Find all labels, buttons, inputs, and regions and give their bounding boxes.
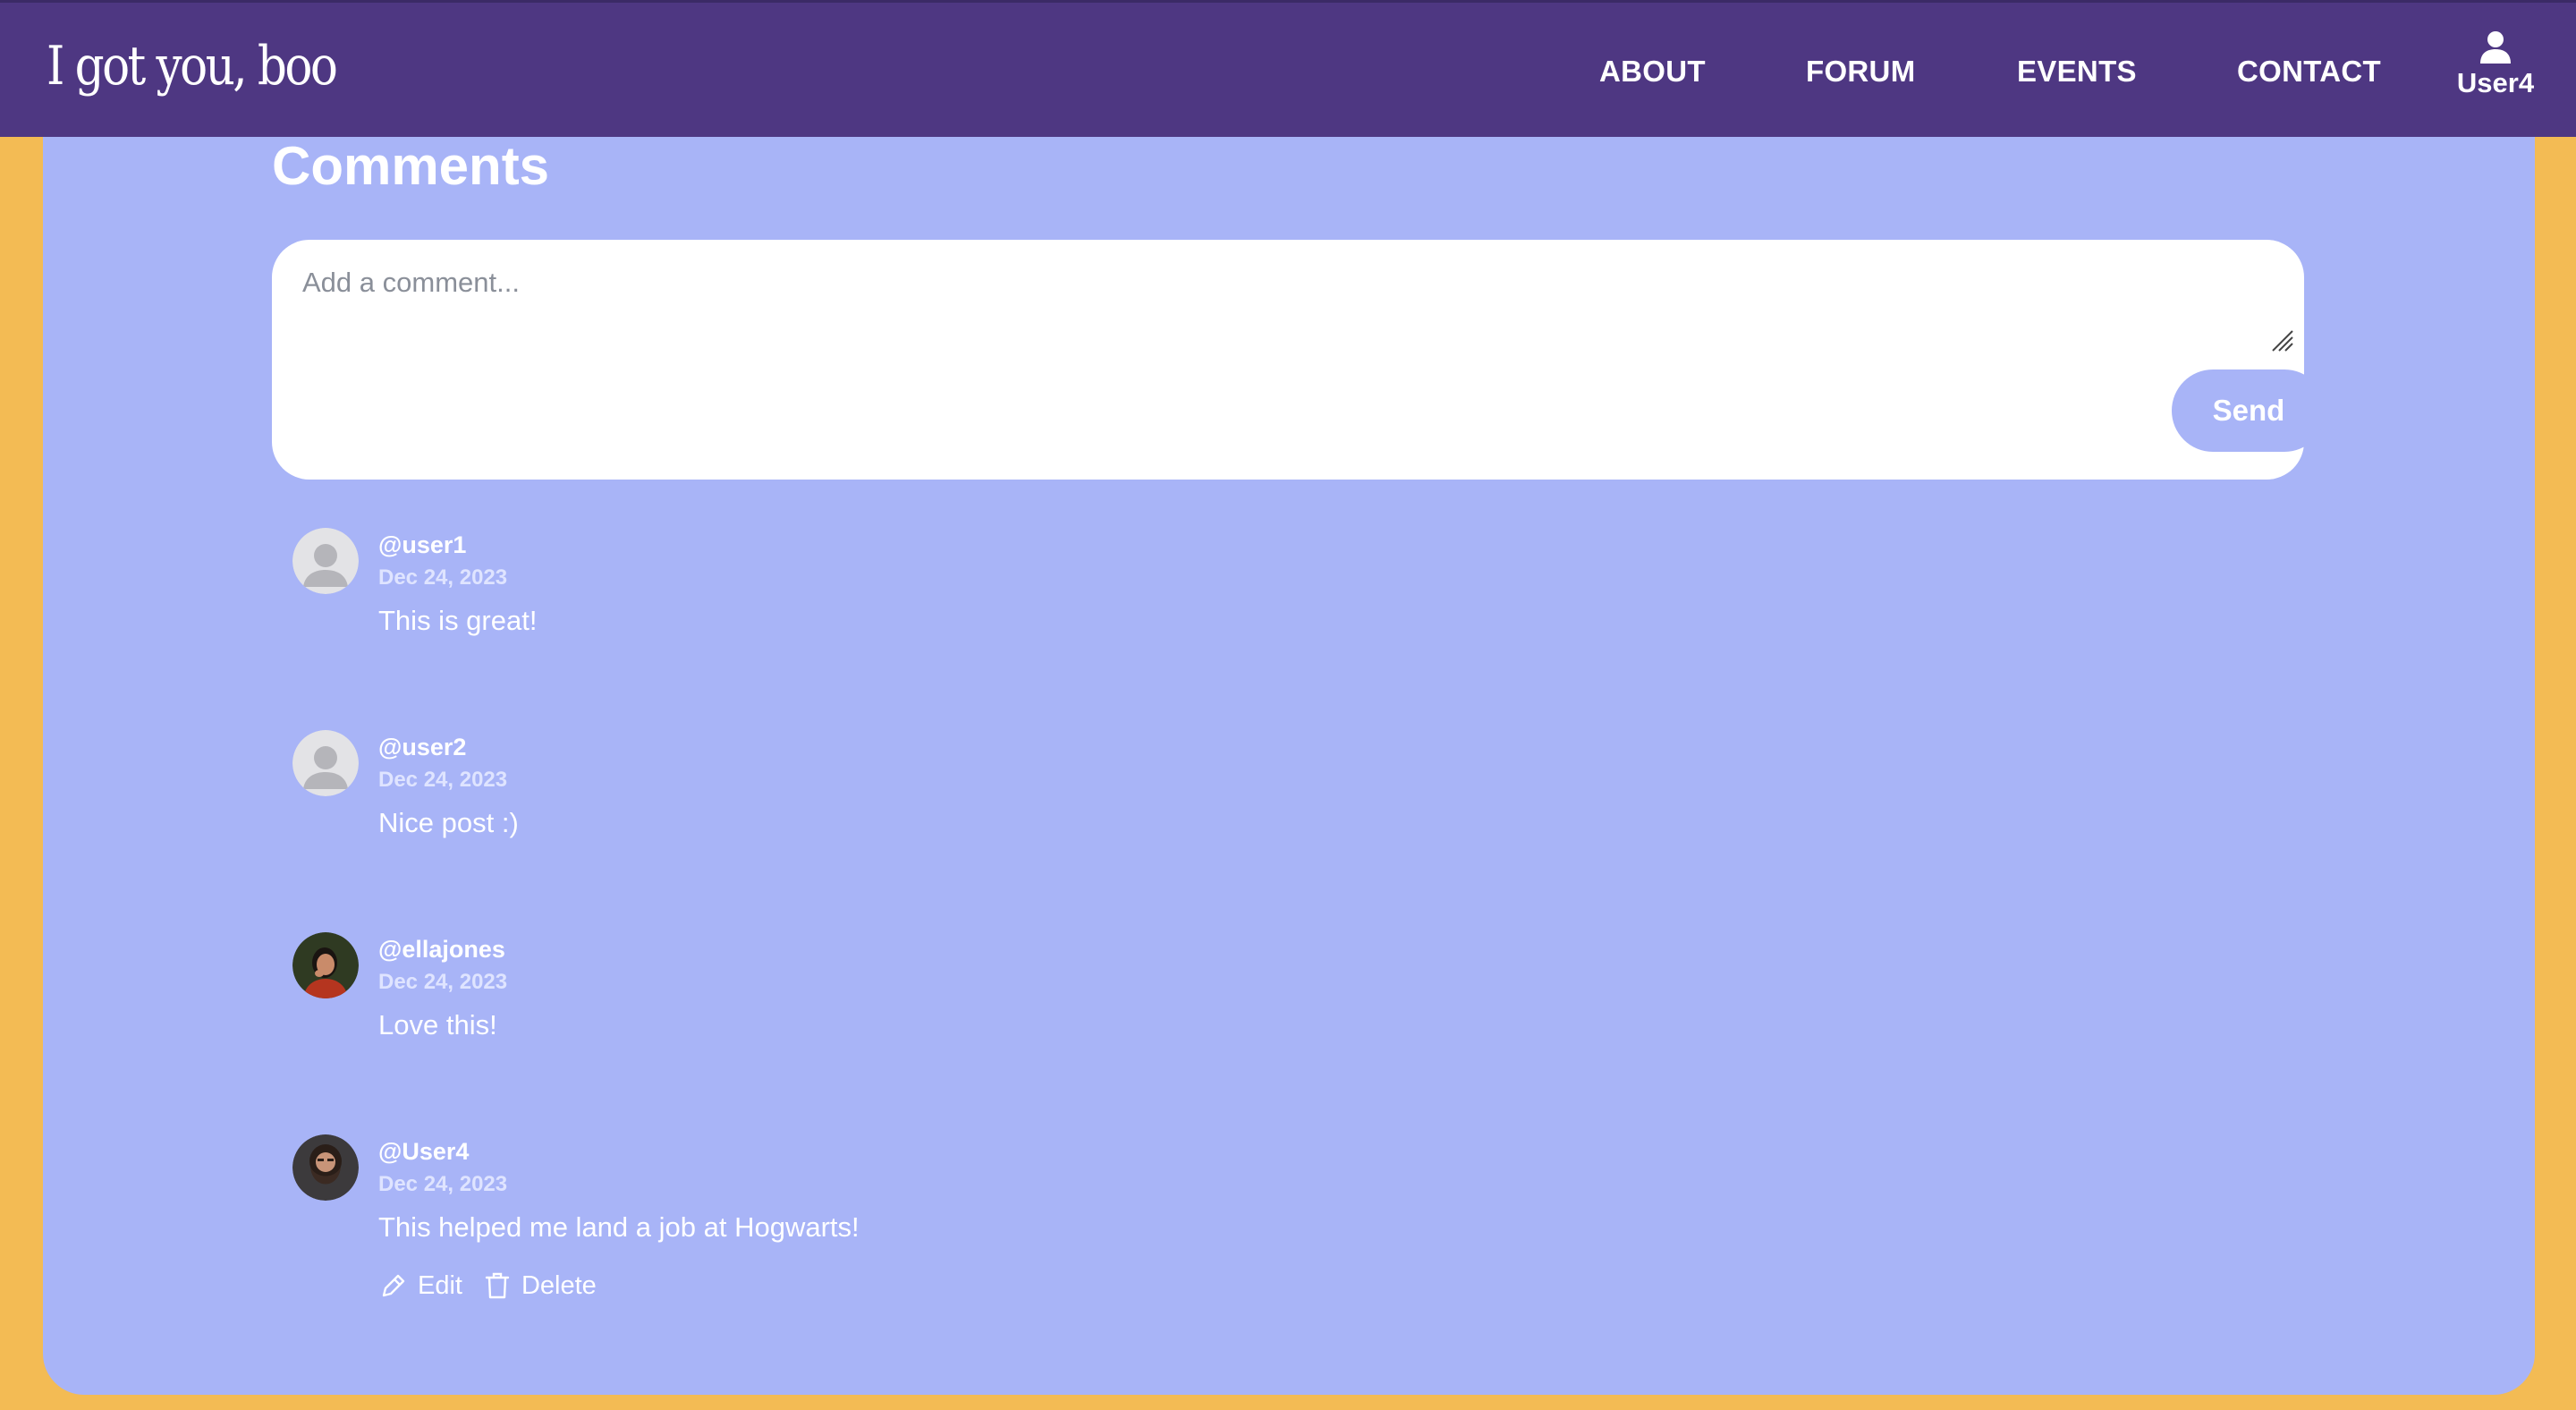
- resize-handle-icon[interactable]: [2271, 329, 2294, 352]
- delete-label: Delete: [521, 1270, 597, 1300]
- comment-username[interactable]: @User4: [378, 1138, 469, 1166]
- user-name: User4: [2456, 67, 2535, 98]
- comment-date: Dec 24, 2023: [378, 768, 508, 792]
- default-avatar: [292, 528, 359, 594]
- comment-username[interactable]: @user1: [378, 531, 466, 559]
- photo-avatar: [292, 932, 359, 998]
- comment-date: Dec 24, 2023: [378, 970, 508, 994]
- comment-input[interactable]: [301, 265, 2268, 354]
- top-navbar: I got you, boo ABOUT FORUM EVENTS CONTAC…: [0, 0, 2576, 137]
- edit-button[interactable]: Edit: [378, 1270, 462, 1301]
- photo-avatar: [292, 1134, 359, 1201]
- comment-date: Dec 24, 2023: [378, 1172, 508, 1196]
- delete-button[interactable]: Delete: [482, 1270, 597, 1301]
- comment-form: Send: [272, 240, 2326, 480]
- nav-link-events[interactable]: EVENTS: [2017, 55, 2137, 89]
- site-logo[interactable]: I got you, boo: [47, 35, 338, 98]
- user-menu[interactable]: User4: [2451, 30, 2540, 99]
- trash-icon: [485, 1272, 510, 1299]
- default-avatar-icon: [292, 730, 359, 796]
- profile-photo-icon: [292, 1134, 359, 1201]
- edit-label: Edit: [418, 1270, 462, 1300]
- nav-link-contact[interactable]: CONTACT: [2237, 55, 2381, 89]
- comment-actions: Edit Delete: [378, 1270, 616, 1301]
- comment-text: This helped me land a job at Hogwarts!: [378, 1211, 860, 1243]
- comment-text: Love this!: [378, 1009, 497, 1041]
- pencil-icon: [382, 1274, 405, 1297]
- profile-photo-icon: [292, 932, 359, 998]
- send-button[interactable]: Send: [2172, 369, 2326, 452]
- user-icon: [2480, 31, 2511, 64]
- comment-text: This is great!: [378, 605, 538, 636]
- default-avatar: [292, 730, 359, 796]
- comment-date: Dec 24, 2023: [378, 565, 508, 590]
- default-avatar-icon: [292, 528, 359, 594]
- comment-username[interactable]: @user2: [378, 734, 466, 761]
- comment-text: Nice post :): [378, 807, 519, 838]
- comments-panel: Comments Send @user1 Dec 24, 2023 This i…: [43, 137, 2535, 1395]
- nav-link-about[interactable]: ABOUT: [1599, 55, 1706, 89]
- nav-link-forum[interactable]: FORUM: [1806, 55, 1915, 89]
- comments-heading: Comments: [272, 136, 550, 196]
- comment-username[interactable]: @ellajones: [378, 936, 505, 964]
